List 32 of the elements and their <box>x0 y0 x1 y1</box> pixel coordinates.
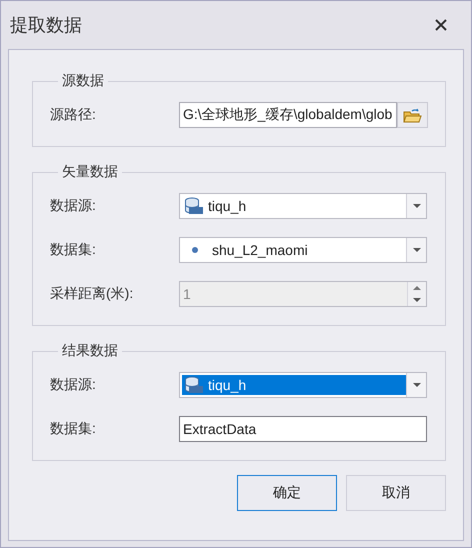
point-icon <box>190 245 200 255</box>
path-field[interactable]: G:\全球地形_缓存\globaldem\glob <box>179 102 397 128</box>
browse-button[interactable] <box>397 102 428 128</box>
close-icon[interactable] <box>435 19 447 31</box>
window-title: 提取数据 <box>10 14 82 37</box>
dropdown-button[interactable] <box>406 238 426 262</box>
dropdown[interactable]: tiqu_h <box>179 193 427 219</box>
dropdown[interactable]: tiqu_h <box>179 372 427 398</box>
field-label: 源路径: <box>50 106 97 124</box>
caret-icon <box>412 247 422 253</box>
folder-icon <box>403 107 422 123</box>
group-title: 矢量数据 <box>61 163 119 181</box>
field-label: 数据集: <box>50 241 97 259</box>
dropdown-button[interactable] <box>406 373 426 397</box>
caret-icon <box>412 203 422 209</box>
dropdown-button[interactable] <box>406 194 426 218</box>
caret-icon <box>412 382 422 388</box>
field-label: 数据源: <box>50 197 97 215</box>
cancel-button[interactable]: 取消 <box>346 475 446 511</box>
group-title: 结果数据 <box>61 342 119 360</box>
database-icon <box>184 197 204 215</box>
group-title: 源数据 <box>61 72 105 90</box>
ok-button[interactable]: 确定 <box>237 475 337 511</box>
field-label: 采样距离(米): <box>50 285 134 303</box>
field-label: 数据源: <box>50 376 97 394</box>
database-icon <box>184 376 204 394</box>
dropdown[interactable]: shu_L2_maomi <box>179 237 427 263</box>
text-field[interactable]: ExtractData <box>179 416 427 442</box>
dropdown-value: tiqu_h <box>208 198 246 214</box>
field-label: 数据集: <box>50 420 97 438</box>
dropdown-value: tiqu_h <box>208 377 246 393</box>
dropdown-value: shu_L2_maomi <box>212 242 308 258</box>
